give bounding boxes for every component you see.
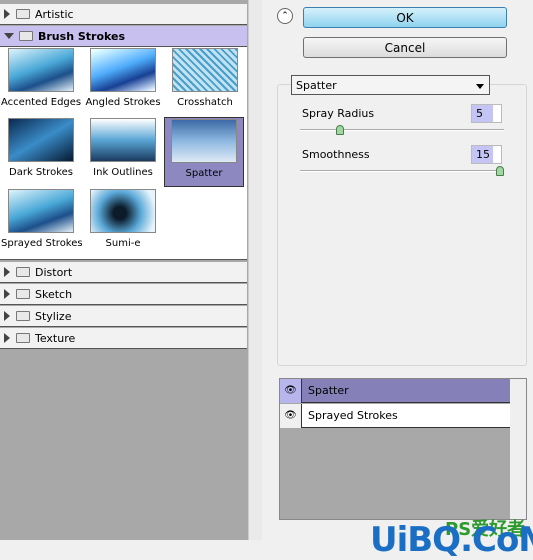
thumb-label: Angled Strokes xyxy=(85,97,161,108)
category-sketch[interactable]: Sketch xyxy=(0,284,247,305)
smoothness-input[interactable]: 15 xyxy=(471,145,502,164)
effect-layers-list: 👁 Spatter 👁 Sprayed Strokes xyxy=(279,378,527,520)
thumb-label: Dark Strokes xyxy=(9,167,73,178)
thumb-sprayed-strokes[interactable]: Sprayed Strokes xyxy=(1,188,83,258)
collapse-gallery-button[interactable]: ⌃ xyxy=(277,8,293,24)
folder-icon xyxy=(16,289,30,299)
thumb-angled-strokes[interactable]: Angled Strokes xyxy=(83,47,163,117)
eye-icon[interactable]: 👁 xyxy=(280,403,302,428)
smoothness-label: Smoothness xyxy=(302,148,370,161)
thumb-label: Ink Outlines xyxy=(93,167,153,178)
category-label: Brush Strokes xyxy=(38,29,126,43)
layers-scrollbar[interactable] xyxy=(510,379,526,519)
thumbnail-image xyxy=(171,119,237,163)
folder-icon xyxy=(16,333,30,343)
thumb-label: Accented Edges xyxy=(1,97,82,108)
folder-open-icon xyxy=(19,31,33,41)
filter-select-value: Spatter xyxy=(296,78,337,92)
spray-radius-input[interactable]: 5 xyxy=(471,104,502,123)
category-label: Artistic xyxy=(35,7,74,21)
category-stylize[interactable]: Stylize xyxy=(0,306,247,327)
thumb-dark-strokes[interactable]: Dark Strokes xyxy=(1,117,81,187)
thumbnail-image xyxy=(172,48,238,92)
watermark: UiBQ.CoM xyxy=(370,520,533,560)
thumb-label: Spatter xyxy=(185,168,223,179)
thumbnail-image xyxy=(8,189,74,233)
category-label: Texture xyxy=(35,331,76,345)
thumb-ink-outlines[interactable]: Ink Outlines xyxy=(83,117,163,187)
thumbnail-image xyxy=(90,189,156,233)
category-texture[interactable]: Texture xyxy=(0,328,247,349)
ok-button[interactable]: OK xyxy=(303,7,507,28)
category-label: Distort xyxy=(35,265,73,279)
eye-icon[interactable]: 👁 xyxy=(280,378,302,403)
smoothness-slider-handle[interactable] xyxy=(496,166,504,176)
cancel-button[interactable]: Cancel xyxy=(303,37,507,58)
smoothness-slider[interactable] xyxy=(300,170,504,172)
layer-label: Sprayed Strokes xyxy=(308,409,398,422)
thumbnail-image xyxy=(90,118,156,162)
thumb-accented-edges[interactable]: Accented Edges xyxy=(1,47,81,117)
category-distort[interactable]: Distort xyxy=(0,262,247,283)
category-label: Stylize xyxy=(35,309,72,323)
layer-label: Spatter xyxy=(308,384,349,397)
thumb-label: Crosshatch xyxy=(177,97,233,108)
spray-radius-slider[interactable] xyxy=(300,129,504,131)
category-label: Sketch xyxy=(35,287,73,301)
layer-spatter[interactable]: 👁 Spatter xyxy=(280,378,511,403)
expand-triangle-icon xyxy=(4,311,10,321)
thumb-label: Sprayed Strokes xyxy=(1,238,83,249)
gallery-scrollbar[interactable] xyxy=(248,0,262,540)
spray-radius-slider-handle[interactable] xyxy=(336,125,344,135)
filter-gallery-panel: Artistic Brush Strokes Accented Edges An… xyxy=(0,0,262,540)
thumbnail-grid: Accented Edges Angled Strokes Crosshatch… xyxy=(0,47,247,260)
thumb-spatter[interactable]: Spatter xyxy=(164,117,244,187)
thumb-sumi-e[interactable]: Sumi-e xyxy=(83,188,163,258)
filter-select[interactable]: Spatter xyxy=(291,75,490,95)
thumb-crosshatch[interactable]: Crosshatch xyxy=(165,47,245,117)
expand-triangle-icon xyxy=(4,267,10,277)
expand-triangle-icon xyxy=(4,333,10,343)
category-brush-strokes[interactable]: Brush Strokes xyxy=(0,26,247,47)
folder-icon xyxy=(16,267,30,277)
category-artistic[interactable]: Artistic xyxy=(0,4,247,25)
expand-triangle-icon xyxy=(4,289,10,299)
spray-radius-label: Spray Radius xyxy=(302,107,375,120)
filter-options-group xyxy=(277,84,527,366)
folder-icon xyxy=(16,311,30,321)
folder-icon xyxy=(16,9,30,19)
expand-triangle-icon xyxy=(4,9,10,19)
thumb-label: Sumi-e xyxy=(105,238,141,249)
chevron-down-icon xyxy=(476,84,484,89)
collapse-triangle-icon xyxy=(4,33,14,39)
layer-sprayed-strokes[interactable]: 👁 Sprayed Strokes xyxy=(280,403,511,428)
thumbnail-image xyxy=(8,48,74,92)
thumbnail-image xyxy=(8,118,74,162)
thumbnail-image xyxy=(90,48,156,92)
